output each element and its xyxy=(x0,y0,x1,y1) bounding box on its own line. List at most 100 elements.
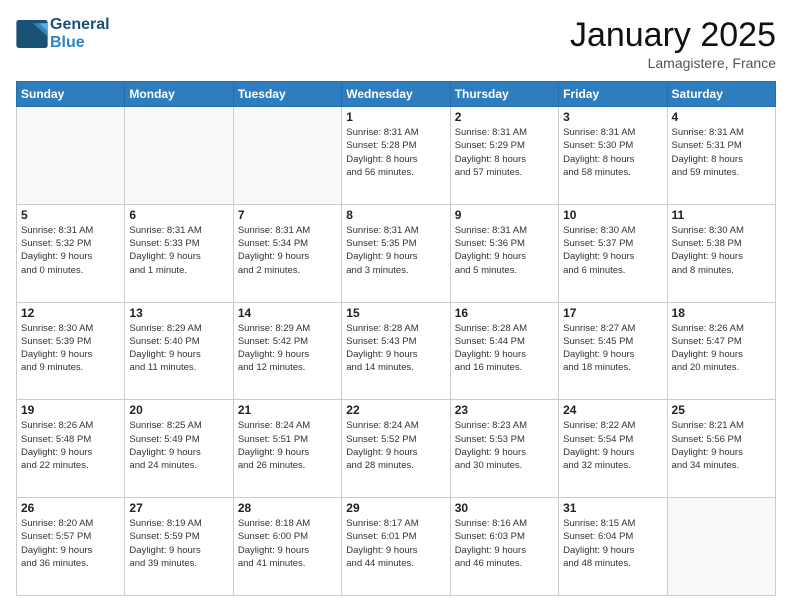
page: General Blue January 2025 Lamagistere, F… xyxy=(0,0,792,612)
day-number: 17 xyxy=(563,306,662,320)
calendar-cell: 19Sunrise: 8:26 AMSunset: 5:48 PMDayligh… xyxy=(17,400,125,498)
day-info-line: Sunset: 5:33 PM xyxy=(129,237,228,250)
day-info-line: and 16 minutes. xyxy=(455,361,554,374)
day-info: Sunrise: 8:26 AMSunset: 5:47 PMDaylight:… xyxy=(672,322,771,375)
day-info-line: Sunrise: 8:25 AM xyxy=(129,419,228,432)
day-info: Sunrise: 8:29 AMSunset: 5:40 PMDaylight:… xyxy=(129,322,228,375)
header: General Blue January 2025 Lamagistere, F… xyxy=(16,16,776,71)
calendar-table: Sunday Monday Tuesday Wednesday Thursday… xyxy=(16,81,776,596)
calendar-cell: 8Sunrise: 8:31 AMSunset: 5:35 PMDaylight… xyxy=(342,204,450,302)
day-info-line: Daylight: 9 hours xyxy=(21,348,120,361)
title-section: January 2025 Lamagistere, France xyxy=(570,16,776,71)
day-info: Sunrise: 8:31 AMSunset: 5:31 PMDaylight:… xyxy=(672,126,771,179)
day-info-line: Daylight: 9 hours xyxy=(346,348,445,361)
day-info-line: Sunrise: 8:30 AM xyxy=(672,224,771,237)
day-info-line: Daylight: 9 hours xyxy=(672,348,771,361)
day-info-line: Sunset: 5:51 PM xyxy=(238,433,337,446)
day-info-line: and 28 minutes. xyxy=(346,459,445,472)
calendar-cell: 13 Sunrise: 8:29 AMSunset: 5:40 PMDayligh… xyxy=(125,302,233,400)
col-tuesday: Tuesday xyxy=(233,82,341,107)
day-info-line: Sunset: 6:00 PM xyxy=(238,530,337,543)
day-info-line: Sunrise: 8:31 AM xyxy=(346,126,445,139)
day-info: Sunrise: 8:26 AMSunset: 5:48 PMDaylight:… xyxy=(21,419,120,472)
day-info-line: Sunset: 5:44 PM xyxy=(455,335,554,348)
col-monday: Monday xyxy=(125,82,233,107)
day-info-line: Sunrise: 8:19 AM xyxy=(129,517,228,530)
day-number: 8 xyxy=(346,208,445,222)
logo-icon xyxy=(16,20,48,48)
col-saturday: Saturday xyxy=(667,82,775,107)
day-info: Sunrise: 8:24 AMSunset: 5:51 PMDaylight:… xyxy=(238,419,337,472)
day-info-line: Sunrise: 8:28 AM xyxy=(346,322,445,335)
day-info-line: Sunset: 5:29 PM xyxy=(455,139,554,152)
calendar-cell: 11Sunrise: 8:30 AMSunset: 5:38 PMDayligh… xyxy=(667,204,775,302)
col-friday: Friday xyxy=(559,82,667,107)
day-info-line: and 59 minutes. xyxy=(672,166,771,179)
month-title: January 2025 xyxy=(570,16,776,55)
day-info-line: Daylight: 9 hours xyxy=(238,544,337,557)
day-info-line: Daylight: 8 hours xyxy=(346,153,445,166)
day-number: 9 xyxy=(455,208,554,222)
day-info-line: Sunset: 5:35 PM xyxy=(346,237,445,250)
day-info-line: and 11 minutes. xyxy=(129,361,228,374)
day-info: Sunrise: 8:30 AMSunset: 5:39 PMDaylight:… xyxy=(21,322,120,375)
day-info-line: Daylight: 9 hours xyxy=(672,446,771,459)
day-info: Sunrise: 8:15 AMSunset: 6:04 PMDaylight:… xyxy=(563,517,662,570)
day-info-line: and 56 minutes. xyxy=(346,166,445,179)
day-info-line: Daylight: 9 hours xyxy=(455,250,554,263)
day-info-line: Sunset: 6:04 PM xyxy=(563,530,662,543)
calendar-header-row: Sunday Monday Tuesday Wednesday Thursday… xyxy=(17,82,776,107)
day-info-line: Sunrise: 8:31 AM xyxy=(129,224,228,237)
day-info-line: and 24 minutes. xyxy=(129,459,228,472)
day-info-line: and 2 minutes. xyxy=(238,264,337,277)
day-info-line: Daylight: 9 hours xyxy=(129,250,228,263)
day-info-line: Sunrise: 8:30 AM xyxy=(563,224,662,237)
day-info-line: Daylight: 9 hours xyxy=(129,348,228,361)
day-number: 5 xyxy=(21,208,120,222)
day-number: 27 xyxy=(129,501,228,515)
day-info-line: Sunset: 6:01 PM xyxy=(346,530,445,543)
calendar-cell: 14Sunrise: 8:29 AMSunset: 5:42 PMDayligh… xyxy=(233,302,341,400)
day-info-line: Sunset: 5:28 PM xyxy=(346,139,445,152)
day-info-line: and 12 minutes. xyxy=(238,361,337,374)
day-number: 21 xyxy=(238,403,337,417)
day-number: 18 xyxy=(672,306,771,320)
calendar-cell: 20 Sunrise: 8:25 AMSunset: 5:49 PMDayligh… xyxy=(125,400,233,498)
calendar-cell: 2Sunrise: 8:31 AMSunset: 5:29 PMDaylight… xyxy=(450,107,558,205)
day-number: 20 xyxy=(129,403,228,417)
calendar-week-4: 19Sunrise: 8:26 AMSunset: 5:48 PMDayligh… xyxy=(17,400,776,498)
day-info-line: Daylight: 9 hours xyxy=(563,446,662,459)
day-info: Sunrise: 8:28 AMSunset: 5:43 PMDaylight:… xyxy=(346,322,445,375)
day-info: Sunrise: 8:25 AMSunset: 5:49 PMDaylight:… xyxy=(129,419,228,472)
day-info-line: Sunset: 6:03 PM xyxy=(455,530,554,543)
day-info-line: Sunset: 5:56 PM xyxy=(672,433,771,446)
day-info-line: and 20 minutes. xyxy=(672,361,771,374)
day-info-line: Sunset: 5:49 PM xyxy=(129,433,228,446)
day-info: Sunrise: 8:19 AMSunset: 5:59 PMDaylight:… xyxy=(129,517,228,570)
logo-line2: Blue xyxy=(50,34,110,52)
day-info-line: Sunset: 5:37 PM xyxy=(563,237,662,250)
day-info-line: Sunrise: 8:21 AM xyxy=(672,419,771,432)
day-info-line: Sunset: 5:54 PM xyxy=(563,433,662,446)
day-info-line: and 26 minutes. xyxy=(238,459,337,472)
day-number: 28 xyxy=(238,501,337,515)
day-info: Sunrise: 8:31 AMSunset: 5:34 PMDaylight:… xyxy=(238,224,337,277)
day-info-line: Sunset: 5:42 PM xyxy=(238,335,337,348)
day-info-line: and 39 minutes. xyxy=(129,557,228,570)
day-info-line: Daylight: 9 hours xyxy=(238,446,337,459)
day-info-line: and 1 minute. xyxy=(129,264,228,277)
day-number: 2 xyxy=(455,110,554,124)
day-number: 3 xyxy=(563,110,662,124)
day-info-line: Sunrise: 8:26 AM xyxy=(21,419,120,432)
location: Lamagistere, France xyxy=(570,55,776,71)
day-number: 11 xyxy=(672,208,771,222)
day-info-line: and 41 minutes. xyxy=(238,557,337,570)
day-info-line: and 8 minutes. xyxy=(672,264,771,277)
day-info-line: Sunrise: 8:15 AM xyxy=(563,517,662,530)
day-number: 13 xyxy=(129,306,228,320)
day-info-line: Sunrise: 8:31 AM xyxy=(455,224,554,237)
day-info-line: Daylight: 9 hours xyxy=(455,348,554,361)
day-info-line: and 30 minutes. xyxy=(455,459,554,472)
day-info-line: Sunset: 5:48 PM xyxy=(21,433,120,446)
day-info-line: and 9 minutes. xyxy=(21,361,120,374)
